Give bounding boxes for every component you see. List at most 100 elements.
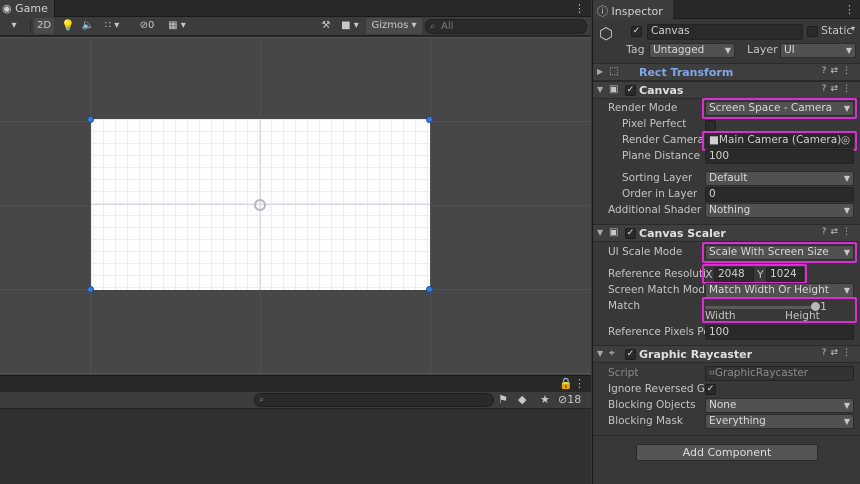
- game-tabbar: ◉ Game ⋮: [0, 0, 591, 17]
- chevron-down-icon: ▼: [843, 206, 850, 215]
- match-label: Match: [608, 300, 641, 312]
- panel-menu-icon[interactable]: ⋮: [574, 2, 585, 15]
- game-toolbar: ▾ 2D 💡 🔈 ∷ ▾ ⊘0 ▦ ▾ ⚒ ■ ▾ Gizmos ▾ ⌕ All: [0, 17, 591, 36]
- pivot-icon[interactable]: [254, 199, 266, 211]
- hierarchy-search-input[interactable]: ⌕: [254, 393, 494, 407]
- tag-value: Untagged: [653, 44, 705, 56]
- canvas-header[interactable]: ▼ ▣ ✓ Canvas ?⇄⋮: [593, 81, 860, 99]
- shader-channels-label: Additional Shader C: [608, 204, 705, 216]
- highlight-render-camera: [702, 131, 857, 151]
- lightbulb-icon[interactable]: 💡: [60, 18, 76, 34]
- pixel-perfect-checkbox[interactable]: [705, 120, 716, 131]
- tag-label: Tag: [626, 43, 645, 56]
- component-header-icons[interactable]: ?⇄⋮: [822, 348, 855, 358]
- eye-slash-icon: ⊘: [139, 20, 148, 31]
- filter-icon[interactable]: ⚑: [498, 393, 508, 406]
- static-label: Static: [821, 24, 853, 37]
- toggle-2d-button[interactable]: 2D: [34, 18, 54, 34]
- gizmo-search-input[interactable]: ⌕ All: [425, 19, 587, 34]
- blocking-mask-label: Blocking Mask: [608, 415, 684, 427]
- canvas-scaler-header[interactable]: ▼ ▣ ✓ Canvas Scaler ?⇄⋮: [593, 224, 860, 242]
- foldout-expanded-icon[interactable]: ▼: [597, 85, 603, 94]
- scene-viewport[interactable]: [0, 37, 591, 375]
- rect-handle-bottom-right[interactable]: [426, 286, 433, 293]
- ref-pixels-field[interactable]: 100: [705, 325, 854, 340]
- chevron-down-icon: ▼: [843, 286, 850, 295]
- static-dropdown-icon[interactable]: ▾: [851, 24, 855, 33]
- layer-dropdown[interactable]: UI ▼: [780, 43, 856, 58]
- pixel-perfect-label: Pixel Perfect: [622, 118, 687, 130]
- static-checkbox[interactable]: [807, 26, 818, 37]
- foldout-expanded-icon[interactable]: ▼: [597, 228, 603, 237]
- highlight-render-mode: [702, 98, 857, 119]
- raycaster-icon: ⌖: [609, 348, 615, 359]
- inspector-menu-icon[interactable]: ⋮: [844, 3, 855, 16]
- component-header-icons[interactable]: ?⇄⋮: [822, 227, 855, 237]
- plane-distance-label: Plane Distance: [622, 150, 701, 162]
- tools-icon[interactable]: ⚒: [318, 18, 334, 34]
- effects-layers-icon[interactable]: ∷ ▾: [98, 18, 126, 34]
- gizmos-label: Gizmos: [371, 20, 409, 31]
- camera-dropdown-icon[interactable]: ■ ▾: [338, 18, 362, 34]
- script-label: Script: [608, 367, 639, 379]
- blocking-objects-value: None: [709, 399, 737, 411]
- order-in-layer-field[interactable]: 0: [705, 187, 854, 202]
- component-header-icons[interactable]: ?⇄⋮: [822, 84, 855, 94]
- render-camera-label: Render Camera: [622, 134, 704, 146]
- canvas-scaler-title: Canvas Scaler: [639, 227, 726, 240]
- search-icon: ⌕: [259, 395, 265, 405]
- bottom-toolbar: ⌕ ⚑ ◆ ★ ⊘18: [0, 392, 591, 409]
- chevron-down-icon: ▼: [845, 46, 852, 55]
- hidden-objects-toggle[interactable]: ⊘0: [132, 18, 162, 34]
- chevron-down-icon: ▼: [843, 174, 850, 183]
- blocking-objects-dropdown[interactable]: None ▼: [705, 398, 854, 413]
- highlight-ref-resolution: [702, 264, 807, 284]
- gizmos-dropdown[interactable]: Gizmos ▾: [366, 18, 422, 34]
- canvas-scaler-enabled-checkbox[interactable]: ✓: [625, 228, 636, 239]
- star-icon[interactable]: ★: [540, 393, 550, 406]
- chevron-down-icon: ▼: [724, 46, 731, 55]
- tag-dropdown[interactable]: Untagged ▼: [649, 43, 735, 58]
- blocking-objects-label: Blocking Objects: [608, 399, 696, 411]
- speaker-icon[interactable]: 🔈: [80, 18, 96, 34]
- game-tab-label: Game: [15, 2, 48, 15]
- raycaster-enabled-checkbox[interactable]: ✓: [625, 349, 636, 360]
- ignore-reversed-checkbox[interactable]: ✓: [705, 384, 716, 395]
- foldout-expanded-icon[interactable]: ▼: [597, 349, 603, 358]
- component-header-icons[interactable]: ?⇄⋮: [822, 66, 855, 76]
- tab-game[interactable]: ◉ Game: [0, 0, 55, 17]
- ui-scale-mode-label: UI Scale Mode: [608, 246, 683, 258]
- ref-pixels-label: Reference Pixels Per: [608, 326, 705, 338]
- blocking-mask-dropdown[interactable]: Everything ▼: [705, 414, 854, 429]
- plane-distance-field[interactable]: 100: [705, 149, 854, 164]
- sorting-layer-dropdown[interactable]: Default ▼: [705, 171, 854, 186]
- screen-match-dropdown[interactable]: Match Width Or Height ▼: [705, 283, 854, 298]
- hidden-count: 0: [148, 20, 155, 31]
- render-mode-label: Render Mode: [608, 102, 678, 114]
- inspector-tab-label: Inspector: [611, 5, 663, 18]
- lock-icon[interactable]: 🔒: [559, 377, 573, 390]
- rect-handle-bottom-left[interactable]: [87, 286, 94, 293]
- highlight-match: [702, 297, 857, 323]
- object-name-field[interactable]: Canvas: [647, 24, 803, 40]
- active-checkbox[interactable]: ✓: [631, 26, 642, 37]
- foldout-collapsed-icon[interactable]: ▶: [597, 67, 603, 76]
- rect-handle-top-right[interactable]: [426, 116, 433, 123]
- add-component-button[interactable]: Add Component: [636, 444, 818, 461]
- hidden-toggle[interactable]: ⊘18: [558, 393, 581, 406]
- canvas-enabled-checkbox[interactable]: ✓: [625, 85, 636, 96]
- script-field: ⌗GraphicRaycaster: [705, 366, 854, 381]
- tag-icon[interactable]: ◆: [518, 393, 526, 406]
- display-dropdown-icon[interactable]: ▾: [0, 18, 28, 34]
- game-panel: ◉ Game ⋮ ▾ 2D 💡 🔈 ∷ ▾ ⊘0 ▦ ▾ ⚒ ■ ▾ Gizmo…: [0, 0, 591, 484]
- grid-dropdown-icon[interactable]: ▦ ▾: [162, 18, 192, 34]
- shader-channels-dropdown[interactable]: Nothing ▼: [705, 203, 854, 218]
- rect-handle-top-left[interactable]: [87, 116, 94, 123]
- graphic-raycaster-header[interactable]: ▼ ⌖ ✓ Graphic Raycaster ?⇄⋮: [593, 345, 860, 363]
- script-value: GraphicRaycaster: [714, 367, 809, 379]
- tab-inspector[interactable]: ⓘ Inspector: [593, 0, 673, 19]
- info-icon: ⓘ: [597, 5, 608, 18]
- shader-channels-value: Nothing: [709, 204, 751, 216]
- bottom-menu-icon[interactable]: ⋮: [574, 377, 585, 390]
- rect-transform-header[interactable]: ▶ ⬚ Rect Transform ?⇄⋮: [593, 63, 860, 81]
